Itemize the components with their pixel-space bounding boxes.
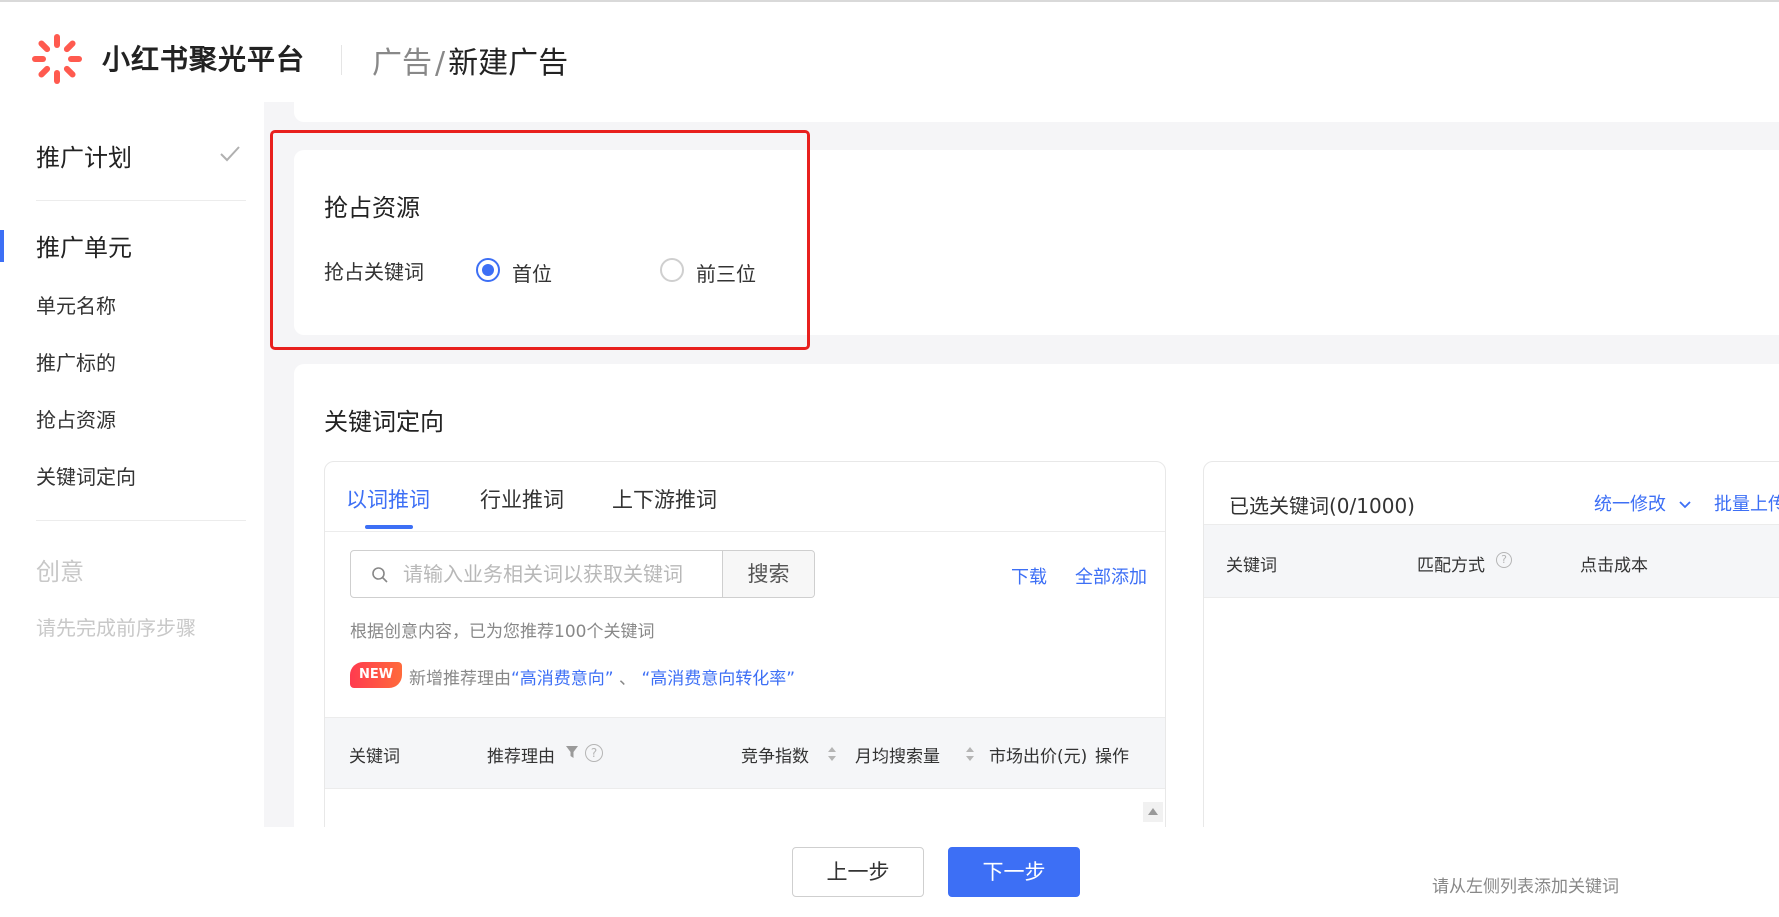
add-all-link[interactable]: 全部添加: [1075, 563, 1147, 589]
sort-icon[interactable]: [965, 746, 975, 762]
keyword-targeting-title: 关键词定向: [324, 408, 444, 436]
sidebar-item-plan[interactable]: 推广计划: [36, 138, 132, 173]
scroll-up-arrow-icon[interactable]: [1143, 802, 1163, 822]
sidebar-item-promo-target[interactable]: 推广标的: [36, 347, 116, 376]
grab-keyword-label: 抢占关键词: [324, 260, 424, 284]
search-icon: [372, 567, 388, 583]
col-monthly-search[interactable]: 月均搜索量: [855, 742, 940, 767]
col-competition[interactable]: 竞争指数: [741, 742, 809, 767]
keyword-search-input[interactable]: [403, 551, 723, 597]
col-reason: 推荐理由: [487, 747, 555, 767]
bulk-edit-label: 统一修改: [1594, 494, 1666, 515]
breadcrumb-current: 新建广告: [448, 46, 569, 81]
sidebar-item-unit-name[interactable]: 单元名称: [36, 290, 116, 319]
selected-keywords-panel: 已选关键词(0/1000) 统一修改 批量上传 关键词 匹配方式 ? 点击成本: [1203, 461, 1779, 841]
bulk-upload-link[interactable]: 批量上传: [1714, 490, 1779, 516]
next-step-button[interactable]: 下一步: [948, 847, 1080, 897]
breadcrumb: 广告 / 新建广告: [372, 38, 568, 82]
sidebar-divider: [36, 520, 246, 521]
col-click-cost: 点击成本: [1580, 556, 1648, 576]
brand-name: 小红书聚光平台: [102, 43, 306, 76]
sidebar-item-keyword-targeting[interactable]: 关键词定向: [36, 461, 136, 490]
chevron-down-icon: [1679, 501, 1691, 509]
recommend-tabs: 以词推词 行业推词 上下游推词: [325, 462, 1165, 532]
new-reason-prefix: 新增推荐理由: [409, 669, 511, 689]
reason-separator: 、: [613, 669, 642, 689]
col-keyword: 关键词: [349, 747, 400, 767]
tab-industry[interactable]: 行业推词: [480, 484, 564, 514]
keyword-recommend-panel: 以词推词 行业推词 上下游推词 搜索 下载 全部添加 根据创意内容，已为您推荐1…: [324, 461, 1166, 841]
help-icon[interactable]: ?: [585, 744, 603, 762]
previous-card: [294, 102, 1779, 122]
filter-icon[interactable]: [565, 745, 579, 759]
help-icon[interactable]: ?: [1496, 552, 1512, 568]
keyword-search: 搜索: [350, 550, 815, 598]
grab-resource-title: 抢占资源: [324, 194, 420, 222]
selected-keywords-title: 已选关键词(0/1000): [1229, 494, 1415, 518]
breadcrumb-parent[interactable]: 广告: [372, 46, 432, 81]
header-divider: [341, 45, 342, 75]
bulk-edit-dropdown[interactable]: 统一修改: [1594, 490, 1692, 516]
selected-empty-tip: 请从左侧列表添加关键词: [1432, 877, 1619, 897]
col-keyword: 关键词: [1226, 556, 1277, 576]
recommend-table-header: 关键词 推荐理由 ? 竞争指数 月均搜索量 市场出价(元) 操作: [325, 717, 1165, 789]
new-badge: NEW: [350, 662, 402, 688]
sidebar-item-unit[interactable]: 推广单元: [36, 228, 132, 263]
sidebar: 推广计划 推广单元 单元名称 推广标的 抢占资源 关键词定向 创意 请先完成前序…: [0, 102, 264, 827]
radio-first-position-label[interactable]: 首位: [512, 258, 552, 287]
tab-word-to-word[interactable]: 以词推词: [346, 484, 430, 514]
download-link[interactable]: 下载: [1011, 563, 1047, 589]
col-match-type: 匹配方式: [1417, 556, 1485, 576]
sidebar-item-grab-resource[interactable]: 抢占资源: [36, 404, 116, 433]
radio-top-three[interactable]: [660, 258, 684, 282]
reason-high-consumption-conversion[interactable]: “高消费意向转化率”: [641, 669, 795, 689]
sidebar-active-indicator: [0, 230, 4, 262]
sort-icon[interactable]: [827, 746, 837, 762]
col-market-price: 市场出价(元): [989, 747, 1088, 767]
sidebar-divider: [36, 200, 246, 201]
brand-logo-icon: [32, 34, 82, 84]
grab-resource-card: 抢占资源 抢占关键词 首位 前三位: [294, 150, 1779, 335]
col-action: 操作: [1095, 747, 1129, 767]
radio-top-three-label[interactable]: 前三位: [696, 258, 756, 287]
selected-table-header: 关键词 匹配方式 ? 点击成本: [1204, 524, 1779, 598]
search-button[interactable]: 搜索: [722, 551, 814, 597]
breadcrumb-separator: /: [435, 46, 446, 81]
header: 小红书聚光平台 广告 / 新建广告: [0, 5, 1779, 102]
sidebar-item-creative: 创意: [36, 558, 84, 586]
radio-first-position[interactable]: [476, 258, 500, 282]
check-icon: [220, 146, 240, 162]
reason-high-consumption[interactable]: “高消费意向”: [511, 669, 614, 689]
new-reason-text: 新增推荐理由“高消费意向” 、 “高消费意向转化率”: [409, 664, 795, 689]
prev-step-button[interactable]: 上一步: [792, 847, 924, 897]
tab-upstream-downstream[interactable]: 上下游推词: [612, 484, 717, 514]
active-tab-indicator: [365, 525, 413, 529]
recommend-hint: 根据创意内容，已为您推荐100个关键词: [350, 622, 655, 642]
sidebar-creative-hint: 请先完成前序步骤: [36, 616, 196, 640]
